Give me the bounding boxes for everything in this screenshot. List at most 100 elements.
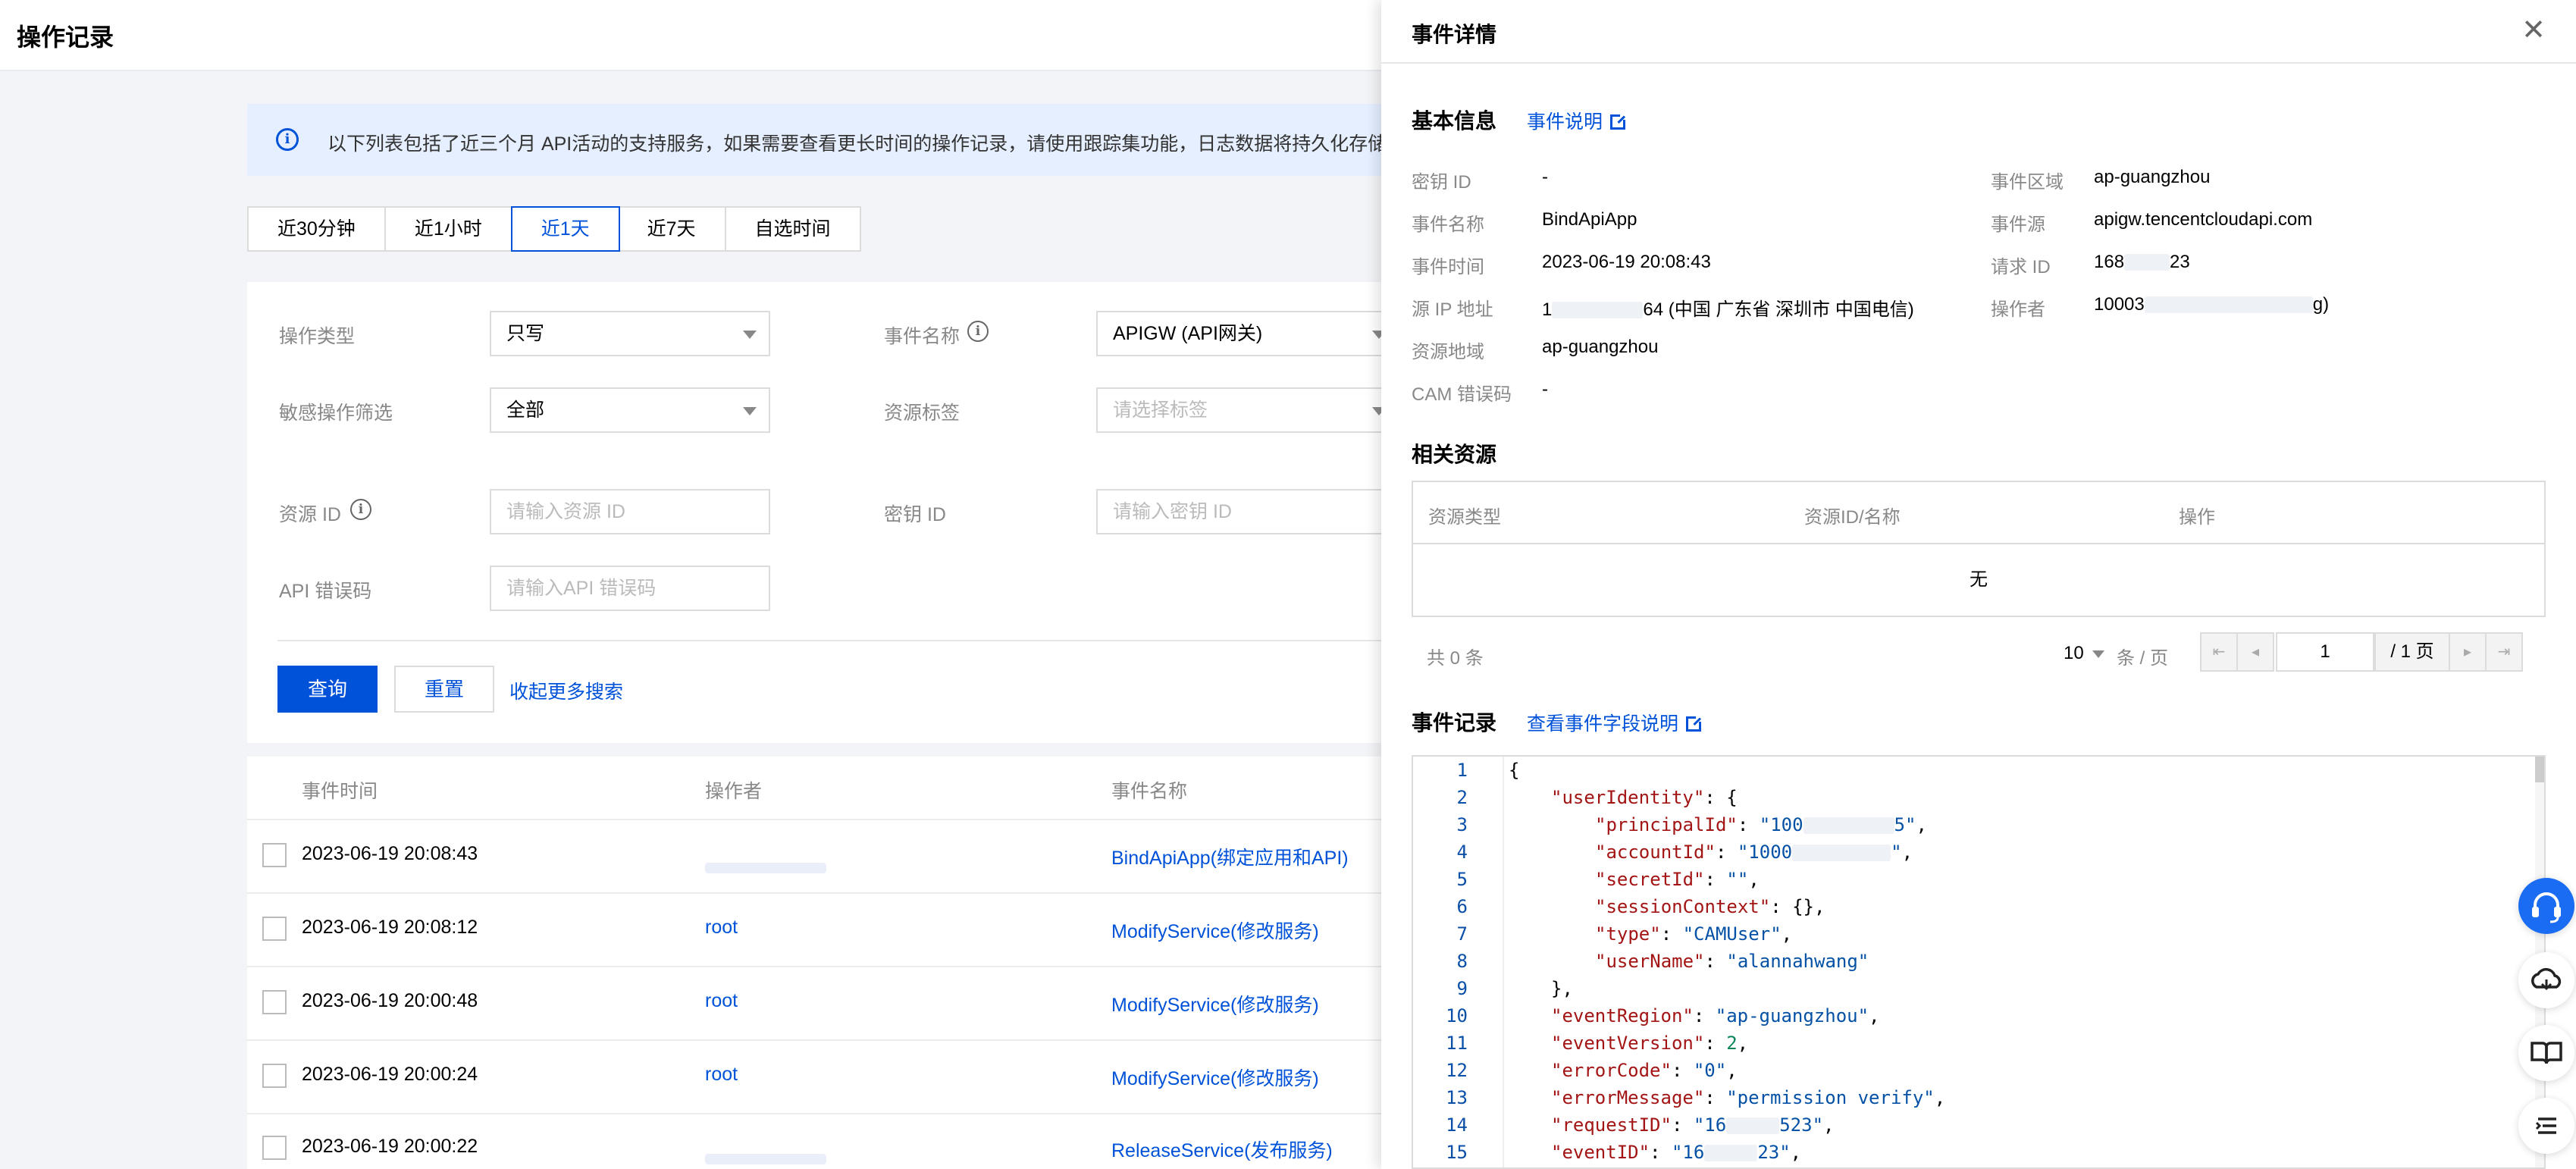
table-row[interactable]: 2023-06-19 20:00:24 root ModifyService(修… [247, 1039, 1381, 1113]
info-label: 请求 ID [1991, 257, 2051, 277]
line-number: 6 [1456, 896, 1468, 917]
redacted-block [2144, 296, 2313, 313]
info-icon[interactable]: i [967, 321, 989, 342]
page-size-select[interactable]: 10 [2064, 643, 2084, 664]
secret-id-input[interactable]: 请输入密钥 ID [1096, 489, 1399, 534]
last-page-icon[interactable]: ⇥ [2485, 632, 2523, 672]
line-number: 12 [1446, 1060, 1468, 1081]
event-name-select[interactable]: APIGW (API网关) [1096, 311, 1399, 356]
row-checkbox[interactable] [262, 1064, 287, 1088]
row-event-link[interactable]: ModifyService(修改服务) [1111, 917, 1319, 944]
col-header-resource-type: 资源类型 [1428, 507, 1501, 528]
table-row[interactable]: 2023-06-19 20:00:22 ReleaseService(发布服务) [247, 1113, 1381, 1169]
tab-1-day[interactable]: 近1天 [510, 206, 620, 252]
info-notice: i 以下列表包括了近三个月 API活动的支持服务，如果需要查看更长时间的操作记录… [247, 104, 1381, 176]
source-ip-value: 1 64 (中国 广东省 深圳市 中国电信) [1542, 294, 1914, 321]
page-number-input[interactable] [2276, 632, 2374, 672]
line-number: 7 [1456, 923, 1468, 945]
row-checkbox[interactable] [262, 1136, 287, 1160]
basic-info-title: 基本信息 [1412, 109, 1497, 133]
chevron-down-icon [743, 407, 757, 415]
col-header-operator: 操作者 [705, 781, 763, 802]
col-header-resource-id: 资源ID/名称 [1804, 507, 1901, 528]
reset-button[interactable]: 重置 [394, 666, 494, 713]
table-row[interactable]: 2023-06-19 20:00:48 root ModifyService(修… [247, 966, 1381, 1039]
code-line: "eventRegion": "ap-guangzhou", [1551, 1005, 1880, 1026]
code-line: "eventID": "16 23", [1551, 1142, 1802, 1163]
tab-custom-time[interactable]: 自选时间 [726, 208, 860, 250]
close-icon[interactable]: ✕ [2518, 15, 2549, 45]
code-line: "userName": "alannahwang" [1595, 951, 1869, 972]
table-header: 资源类型 资源ID/名称 操作 [1413, 482, 2544, 544]
row-event-link[interactable]: BindApiApp(绑定应用和API) [1111, 843, 1349, 870]
collapse-search-link[interactable]: 收起更多搜索 [509, 677, 623, 704]
line-number: 2 [1456, 787, 1468, 808]
row-checkbox[interactable] [262, 843, 287, 867]
query-button[interactable]: 查询 [277, 666, 378, 713]
event-doc-link-label: 事件说明 [1527, 111, 1603, 133]
row-time: 2023-06-19 20:00:24 [302, 1064, 478, 1085]
time-range-tabs: 近30分钟 近1小时 近1天 近7天 自选时间 [247, 206, 861, 252]
tab-7-days[interactable]: 近7天 [619, 208, 726, 250]
event-doc-link[interactable]: 事件说明 [1527, 107, 1628, 134]
row-operator-link[interactable]: root [705, 1064, 738, 1086]
code-line: "userIdentity": { [1551, 787, 1738, 808]
api-error-label: API 错误码 [279, 581, 372, 602]
row-event-link[interactable]: ReleaseService(发布服务) [1111, 1136, 1333, 1163]
table-row[interactable]: 2023-06-19 20:08:43 BindApiApp(绑定应用和API) [247, 819, 1381, 892]
event-json-editor[interactable]: 1 2 3 4 5 6 7 8 9 10 11 12 13 14 15 { "u… [1412, 755, 2546, 1169]
info-icon[interactable]: i [350, 499, 371, 520]
info-label: CAM 错误码 [1412, 384, 1512, 405]
field-doc-link[interactable]: 查看事件字段说明 [1527, 709, 1704, 736]
headset-icon[interactable] [2518, 878, 2574, 934]
code-line: "secretId": "", [1595, 869, 1760, 890]
tab-1-hour[interactable]: 近1小时 [386, 208, 512, 250]
col-header-time: 事件时间 [302, 781, 378, 802]
row-time: 2023-06-19 20:00:22 [302, 1136, 478, 1157]
operator-value: 10003 g) [2094, 294, 2329, 315]
info-label: 事件区域 [1991, 172, 2064, 193]
related-resources-table: 资源类型 资源ID/名称 操作 无 [1412, 481, 2546, 617]
chevron-down-icon[interactable] [2092, 650, 2104, 658]
cloud-icon[interactable] [2518, 952, 2574, 1008]
list-icon[interactable] [2518, 1098, 2574, 1154]
op-type-value: 只写 [506, 323, 545, 344]
code-line: "requestID": "16 523", [1551, 1114, 1835, 1136]
row-operator-link[interactable]: root [705, 990, 738, 1012]
api-error-input[interactable]: 请输入API 错误码 [490, 566, 770, 611]
prev-page-icon[interactable]: ◂ [2236, 632, 2274, 672]
table-row[interactable]: 2023-06-19 20:08:12 root ModifyService(修… [247, 892, 1381, 966]
row-operator-link[interactable]: root [705, 917, 738, 939]
page-title: 操作记录 [17, 24, 114, 51]
row-event-link[interactable]: ModifyService(修改服务) [1111, 990, 1319, 1017]
info-value: BindApiApp [1542, 209, 1637, 230]
editor-scrollbar-thumb[interactable] [2535, 757, 2544, 782]
top-bar: 操作记录 [0, 0, 1381, 71]
sensitive-op-select[interactable]: 全部 [490, 387, 770, 433]
resource-tag-select[interactable]: 请选择标签 [1096, 387, 1399, 433]
line-number: 15 [1446, 1142, 1468, 1163]
col-header-action: 操作 [2179, 507, 2215, 528]
code-line: "errorMessage": "permission verify", [1551, 1087, 1946, 1108]
external-link-icon [1610, 112, 1628, 130]
code-line: "errorCode": "0", [1551, 1060, 1738, 1081]
empty-state: 无 [1970, 569, 1988, 590]
resource-id-input[interactable]: 请输入资源 ID [490, 489, 770, 534]
drawer-title: 事件详情 [1412, 23, 1497, 46]
row-checkbox[interactable] [262, 990, 287, 1014]
field-doc-link-label: 查看事件字段说明 [1527, 713, 1679, 735]
first-page-icon[interactable]: ⇤ [2200, 632, 2238, 672]
row-event-link[interactable]: ModifyService(修改服务) [1111, 1064, 1319, 1091]
row-checkbox[interactable] [262, 917, 287, 941]
book-icon[interactable] [2518, 1025, 2574, 1081]
next-page-icon[interactable]: ▸ [2449, 632, 2487, 672]
external-link-icon [1686, 714, 1704, 732]
secret-id-label: 密钥 ID [884, 504, 946, 525]
resource-id-label: 资源 ID [279, 504, 341, 525]
request-id-prefix: 168 [2094, 252, 2125, 272]
col-header-event: 事件名称 [1111, 781, 1188, 802]
tab-30-minutes[interactable]: 近30分钟 [249, 208, 386, 250]
op-type-select[interactable]: 只写 [490, 311, 770, 356]
code-line: "accountId": "1000 ", [1595, 841, 1913, 863]
code-line: { [1509, 760, 1520, 781]
